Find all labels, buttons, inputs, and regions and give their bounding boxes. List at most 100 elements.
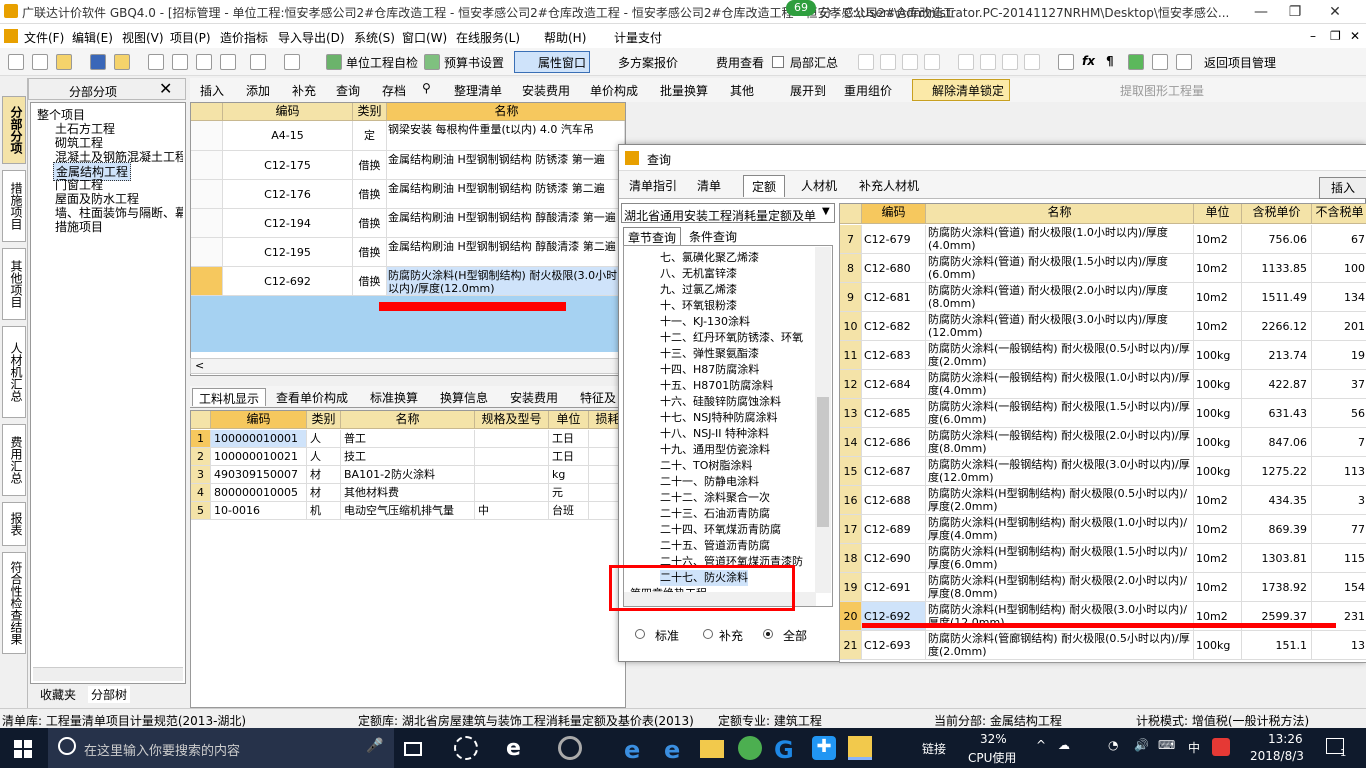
- tab-unit-price-composition[interactable]: 查看单价构成: [270, 388, 354, 406]
- first-icon[interactable]: [858, 54, 874, 70]
- sub-row-code[interactable]: 800000010005: [211, 484, 307, 502]
- res-row-unit[interactable]: 100kg: [1194, 370, 1242, 399]
- res-row-unit[interactable]: 100kg: [1194, 631, 1242, 660]
- fx-icon[interactable]: fx: [1082, 54, 1095, 68]
- menu-view[interactable]: 视图(V): [122, 29, 164, 46]
- tab-favorites[interactable]: 收藏夹: [40, 686, 76, 703]
- close-icon[interactable]: ✕: [159, 79, 172, 98]
- install-fee-menu[interactable]: 安装费用: [522, 82, 570, 99]
- sub-row-unit[interactable]: kg: [549, 466, 589, 484]
- res-col-price[interactable]: 含税单价: [1242, 204, 1312, 224]
- delete-icon[interactable]: [220, 54, 236, 70]
- col-header-type[interactable]: 类别: [353, 103, 387, 121]
- res-col-name[interactable]: 名称: [926, 204, 1194, 224]
- sub-row-spec[interactable]: [475, 430, 549, 448]
- microphone-icon[interactable]: 🎤: [366, 738, 383, 754]
- grid-hscrollbar[interactable]: <: [190, 358, 626, 374]
- sub-row-num[interactable]: 1: [191, 430, 211, 448]
- res-row-num[interactable]: 11: [840, 341, 862, 370]
- tab-install-fee[interactable]: 安装费用: [504, 388, 564, 406]
- sub-row-code[interactable]: 10-0016: [211, 502, 307, 520]
- row-code[interactable]: A4-15: [223, 121, 353, 151]
- row-indicator[interactable]: [191, 151, 223, 180]
- sub-row-type[interactable]: 机: [307, 502, 341, 520]
- expand-to-menu[interactable]: 展开到: [790, 82, 826, 99]
- insert-menu[interactable]: 插入: [200, 82, 224, 99]
- row-code[interactable]: C12-175: [223, 151, 353, 180]
- quota-library-select[interactable]: 湖北省通用安装工程消耗量定额及单 ▼: [621, 203, 835, 223]
- menu-project[interactable]: 项目(P): [170, 29, 211, 46]
- res-col-notax[interactable]: 不含税单: [1312, 204, 1366, 224]
- paragraph-icon[interactable]: ¶: [1106, 54, 1114, 68]
- res-row-price[interactable]: 756.06: [1242, 225, 1312, 254]
- res-row-unit[interactable]: 100kg: [1194, 457, 1242, 486]
- organize-list-menu[interactable]: 整理清单: [454, 82, 502, 99]
- res-row-notax[interactable]: 13: [1312, 631, 1366, 660]
- chapter-item[interactable]: 二十二、涂料聚合一次: [660, 490, 770, 506]
- res-row-num[interactable]: 12: [840, 370, 862, 399]
- chapter-item[interactable]: 十三、弹性聚氨酯漆: [660, 346, 759, 362]
- restore-button[interactable]: ❐: [1280, 2, 1310, 22]
- res-row-name[interactable]: 防腐防火涂料(H型钢制结构) 耐火极限(0.5小时以内)/厚度(2.0mm): [926, 486, 1194, 515]
- res-row-code[interactable]: C12-681: [862, 283, 926, 312]
- res-row-price[interactable]: 422.87: [1242, 370, 1312, 399]
- sub-row-num[interactable]: 5: [191, 502, 211, 520]
- supplement-menu[interactable]: 补充: [292, 82, 316, 99]
- res-row-code[interactable]: C12-679: [862, 225, 926, 254]
- res-row-name[interactable]: 防腐防火涂料(一般钢结构) 耐火极限(0.5小时以内)/厚度(2.0mm): [926, 341, 1194, 370]
- vtab-compliance-results[interactable]: 符合性检查结果: [2, 552, 26, 654]
- chapter-item[interactable]: 十五、H8701防腐涂料: [660, 378, 773, 394]
- green-browser-icon[interactable]: [738, 736, 762, 760]
- paste-icon[interactable]: [196, 54, 212, 70]
- sub-row-code[interactable]: 100000010001: [211, 430, 307, 448]
- chapter-item[interactable]: 十二、红丹环氧防锈漆、环氧: [660, 330, 803, 346]
- row-name[interactable]: 金属结构刷油 H型钢制钢结构 防锈漆 第一遍: [387, 151, 625, 180]
- row-indicator[interactable]: [191, 209, 223, 238]
- res-row-num[interactable]: 21: [840, 631, 862, 660]
- row-type[interactable]: 借换: [353, 238, 387, 267]
- sub-row-spec[interactable]: 中: [475, 502, 549, 520]
- res-row-notax[interactable]: 19: [1312, 341, 1366, 370]
- res-row-notax[interactable]: 100: [1312, 254, 1366, 283]
- res-row-unit[interactable]: 10m2: [1194, 312, 1242, 341]
- extract-quantity-button[interactable]: 提取图形工程量: [1120, 82, 1204, 99]
- sub-row-unit[interactable]: 工日: [549, 448, 589, 466]
- clock-time[interactable]: 13:26: [1268, 732, 1303, 746]
- glodon-g-icon[interactable]: G: [774, 736, 798, 764]
- res-row-num[interactable]: 8: [840, 254, 862, 283]
- sub-col-name[interactable]: 名称: [341, 411, 475, 429]
- row-indicator[interactable]: [191, 121, 223, 151]
- move-down-icon[interactable]: [1024, 54, 1040, 70]
- row-name[interactable]: 金属结构刷油 H型钢制钢结构 防锈漆 第二遍: [387, 180, 625, 209]
- mdi-restore-button[interactable]: ❐: [1330, 29, 1341, 43]
- row-code[interactable]: C12-195: [223, 238, 353, 267]
- binoculars-icon[interactable]: ⚲: [422, 81, 431, 95]
- tab-supplement-material[interactable]: 补充人材机: [851, 175, 927, 197]
- redo-icon[interactable]: [284, 54, 300, 70]
- res-row-name[interactable]: 防腐防火涂料(一般钢结构) 耐火极限(1.5小时以内)/厚度(6.0mm): [926, 399, 1194, 428]
- row-indicator[interactable]: [191, 180, 223, 209]
- sub-row-num[interactable]: 2: [191, 448, 211, 466]
- chapter-item[interactable]: 十七、NSJ特种防腐涂料: [660, 410, 777, 426]
- tree-hscrollbar[interactable]: [33, 667, 183, 681]
- sub-row-name[interactable]: 电动空气压缩机排气量: [341, 502, 475, 520]
- menu-online[interactable]: 在线服务(L): [456, 29, 520, 46]
- grid-icon[interactable]: [1152, 54, 1168, 70]
- plus-app-icon[interactable]: ✚: [812, 736, 836, 760]
- menu-measure-pay[interactable]: 计量支付: [614, 29, 662, 46]
- row-code[interactable]: C12-692: [223, 267, 353, 296]
- res-row-notax[interactable]: 67: [1312, 225, 1366, 254]
- res-row-unit[interactable]: 10m2: [1194, 283, 1242, 312]
- chapter-item[interactable]: 十、环氧银粉漆: [660, 298, 737, 314]
- tab-condition-query[interactable]: 条件查询: [685, 227, 741, 246]
- edge-icon[interactable]: e: [624, 736, 648, 764]
- row-type[interactable]: 定: [353, 121, 387, 151]
- res-row-price[interactable]: 213.74: [1242, 341, 1312, 370]
- save-icon[interactable]: [90, 54, 106, 70]
- chevron-up-icon[interactable]: ^: [1036, 738, 1046, 752]
- res-row-notax[interactable]: 56: [1312, 399, 1366, 428]
- res-row-price[interactable]: 847.06: [1242, 428, 1312, 457]
- res-row-code[interactable]: C12-684: [862, 370, 926, 399]
- row-name[interactable]: 金属结构刷油 H型钢制钢结构 醇酸清漆 第一遍: [387, 209, 625, 238]
- res-row-name[interactable]: 防腐防火涂料(一般钢结构) 耐火极限(2.0小时以内)/厚度(8.0mm): [926, 428, 1194, 457]
